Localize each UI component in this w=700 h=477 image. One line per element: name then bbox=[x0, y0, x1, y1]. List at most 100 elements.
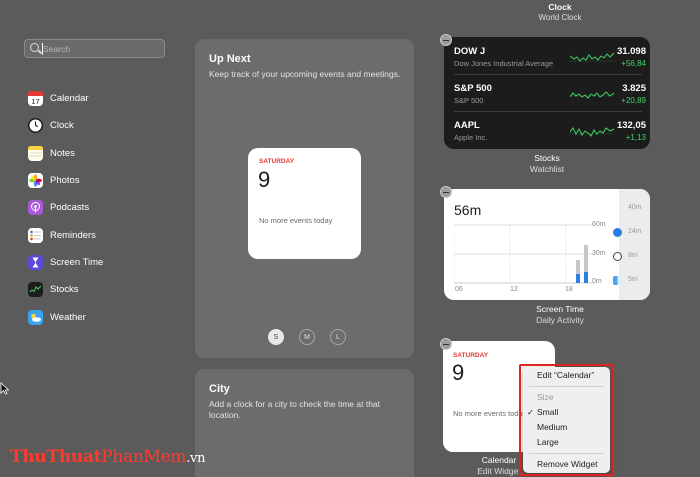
sidebar-item-weather[interactable]: Weather bbox=[28, 303, 103, 330]
stock-change: +56,84 bbox=[621, 59, 646, 68]
screen-time-total: 56m bbox=[454, 202, 482, 218]
up-next-widget-preview[interactable]: Up Next Keep track of your upcoming even… bbox=[195, 39, 414, 358]
preview-date: 9 bbox=[258, 167, 271, 192]
stock-symbol: S&P 500 bbox=[454, 83, 492, 94]
reminders-icon bbox=[28, 227, 43, 243]
remove-stocks-widget-button[interactable] bbox=[440, 34, 452, 46]
stocks-icon bbox=[28, 282, 43, 298]
notes-icon bbox=[28, 145, 43, 161]
screen-time-widget-label: Screen Time Daily Activity bbox=[510, 304, 610, 325]
mouse-pointer-icon bbox=[0, 382, 9, 395]
size-selector: S M L bbox=[268, 329, 346, 345]
y-tick-label: 60m bbox=[592, 221, 606, 228]
city-description: Add a clock for a city to check the time… bbox=[209, 399, 381, 420]
watermark-part: Thu bbox=[10, 447, 47, 467]
y-tick-label: 30m bbox=[592, 250, 606, 257]
x-tick-label: 12 bbox=[510, 286, 518, 293]
weather-icon bbox=[28, 309, 43, 325]
stock-price: 3.825 bbox=[622, 83, 646, 94]
sidebar-item-label: Clock bbox=[50, 120, 74, 132]
calendar-events: No more events today bbox=[453, 409, 527, 418]
stock-price: 132,05 bbox=[616, 120, 646, 131]
watermark-logo: ThuThuatPhanMem.vn bbox=[10, 447, 205, 467]
calendar-icon: 17 bbox=[28, 91, 43, 107]
search-field[interactable] bbox=[24, 39, 165, 58]
stocks-widget-label: Stocks Watchlist bbox=[497, 153, 597, 174]
sidebar-item-label: Stocks bbox=[50, 284, 79, 296]
app-time: 8m bbox=[628, 252, 638, 259]
city-widget-preview[interactable]: City Add a clock for a city to check the… bbox=[195, 369, 414, 477]
app-time: 40m bbox=[628, 204, 642, 211]
clock-widget-subtitle: World Clock bbox=[538, 13, 582, 22]
sidebar-item-notes[interactable]: Notes bbox=[28, 140, 103, 167]
clock-icon bbox=[28, 118, 43, 134]
calendar-date: 9 bbox=[452, 360, 465, 385]
sidebar-item-label: Podcasts bbox=[50, 202, 90, 214]
stock-row: S&P 500 S&P 500 3.825 +20,89 bbox=[454, 76, 646, 112]
watermark-part: .vn bbox=[186, 451, 206, 466]
sidebar-item-calendar[interactable]: 17 Calendar bbox=[28, 85, 103, 112]
chatgpt-icon bbox=[613, 252, 622, 261]
hourglass-icon bbox=[28, 254, 43, 270]
sidebar-item-label: Weather bbox=[50, 311, 86, 323]
stocks-widget-subtitle: Watchlist bbox=[529, 164, 565, 174]
app-time: 24m bbox=[628, 228, 642, 235]
sidebar-item-clock[interactable]: Clock bbox=[28, 112, 103, 139]
watermark-part: Thuat bbox=[46, 447, 102, 467]
finder-icon bbox=[613, 276, 622, 285]
search-icon bbox=[30, 43, 39, 52]
clock-widget-label: Clock World Clock bbox=[500, 2, 620, 22]
size-medium-button[interactable]: M bbox=[299, 329, 315, 345]
watermark-part: PhanMem bbox=[101, 447, 187, 467]
podcasts-icon bbox=[28, 200, 43, 216]
sidebar-item-screen-time[interactable]: Screen Time bbox=[28, 249, 103, 276]
up-next-description: Keep track of your upcoming events and m… bbox=[209, 69, 401, 79]
stock-row: AAPL Apple Inc. 132,05 +1,13 bbox=[454, 113, 646, 149]
screen-time-widget[interactable]: 56m 60m 30m 0m 06 12 18 40m 24m 8m 5m bbox=[444, 189, 650, 300]
usage-bar bbox=[576, 274, 580, 283]
sidebar-item-label: Reminders bbox=[50, 229, 96, 241]
sidebar-item-label: Notes bbox=[50, 147, 75, 159]
stock-row: DOW J Dow Jones Industrial Average 31.09… bbox=[454, 39, 646, 75]
x-tick-label: 06 bbox=[455, 286, 463, 293]
stock-price: 31.098 bbox=[616, 46, 646, 57]
usage-bar bbox=[584, 272, 588, 283]
stocks-widget[interactable]: DOW J Dow Jones Industrial Average 31.09… bbox=[444, 37, 650, 149]
y-tick-label: 0m bbox=[592, 278, 602, 285]
search-input[interactable] bbox=[43, 42, 161, 56]
sidebar-item-photos[interactable]: Photos bbox=[28, 167, 103, 194]
menu-highlight-frame bbox=[519, 364, 614, 476]
calendar-day: SATURDAY bbox=[453, 352, 489, 359]
preview-events: No more events today bbox=[259, 216, 333, 225]
stock-symbol: AAPL bbox=[454, 120, 480, 131]
clock-widget-title: Clock bbox=[548, 2, 572, 12]
stock-sparkline bbox=[570, 127, 615, 137]
sidebar-item-label: Photos bbox=[50, 175, 80, 187]
screen-time-app-column: 40m 24m 8m 5m bbox=[613, 189, 650, 300]
app-time: 5m bbox=[628, 276, 638, 283]
remove-screen-time-widget-button[interactable] bbox=[440, 186, 452, 198]
remove-calendar-widget-button[interactable] bbox=[440, 338, 452, 350]
screen-time-widget-title: Screen Time bbox=[536, 304, 584, 314]
sidebar-item-reminders[interactable]: Reminders bbox=[28, 221, 103, 248]
sidebar-item-label: Screen Time bbox=[50, 256, 104, 268]
stock-change: +1,13 bbox=[625, 133, 646, 142]
x-tick-label: 18 bbox=[565, 286, 573, 293]
sidebar-item-stocks[interactable]: Stocks bbox=[28, 276, 103, 303]
stocks-widget-title: Stocks bbox=[534, 153, 560, 163]
sidebar-item-podcasts[interactable]: Podcasts bbox=[28, 194, 103, 221]
size-small-button[interactable]: S bbox=[268, 329, 284, 345]
stock-name: Apple Inc. bbox=[454, 133, 488, 142]
sidebar-item-label: Calendar bbox=[50, 93, 89, 105]
size-large-button[interactable]: L bbox=[330, 329, 346, 345]
svg-text:17: 17 bbox=[31, 97, 39, 106]
safari-icon bbox=[613, 228, 622, 237]
stock-symbol: DOW J bbox=[454, 46, 486, 57]
stock-name: S&P 500 bbox=[454, 96, 484, 105]
stock-name: Dow Jones Industrial Average bbox=[454, 59, 554, 68]
photos-icon bbox=[28, 173, 43, 189]
city-title: City bbox=[209, 383, 230, 395]
widget-app-list: 17 Calendar Clock Notes Photos Podcasts … bbox=[28, 85, 103, 331]
up-next-title: Up Next bbox=[209, 53, 251, 65]
up-next-calendar-preview[interactable]: SATURDAY 9 No more events today bbox=[248, 148, 361, 259]
